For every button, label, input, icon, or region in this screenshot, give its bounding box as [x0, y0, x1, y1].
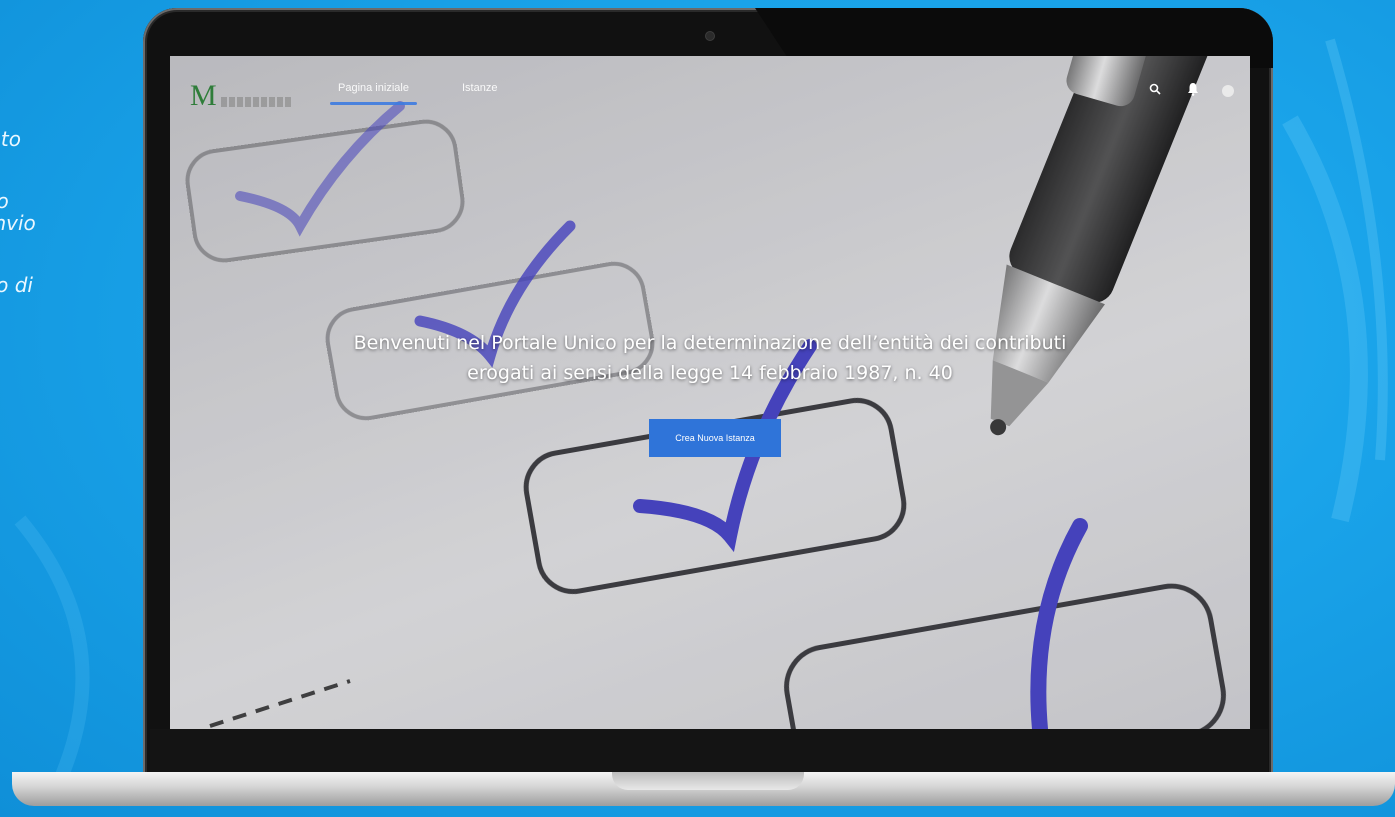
logo-subtitle — [220, 97, 291, 107]
laptop-screen: M Pagina iniziale Istanze Benvenuti nel … — [170, 56, 1250, 729]
tab-home[interactable]: Pagina iniziale — [330, 82, 417, 105]
logo-mark: M — [190, 79, 217, 112]
bell-icon[interactable] — [1184, 82, 1202, 100]
side-promo-text: nato nto l’invio ato di — [0, 128, 90, 296]
laptop-bezel — [150, 729, 1268, 773]
ministry-logo[interactable]: M — [190, 79, 291, 112]
laptop-notch — [612, 772, 804, 790]
side-text-line: nto — [0, 190, 90, 212]
hero-line-2: erogati ai sensi della legge 14 febbraio… — [467, 362, 953, 384]
user-avatar-icon[interactable] — [1222, 85, 1234, 97]
hero-heading: Benvenuti nel Portale Unico per la deter… — [320, 328, 1100, 388]
hero-line-1: Benvenuti nel Portale Unico per la deter… — [353, 332, 1067, 354]
tab-istanze[interactable]: Istanze — [462, 82, 497, 94]
checklist-photo — [170, 56, 1250, 729]
side-text-line: l’invio — [0, 211, 36, 235]
navbar-actions — [1146, 82, 1234, 100]
search-icon[interactable] — [1146, 82, 1164, 100]
side-text-line: ato di — [0, 273, 33, 297]
side-text-line: nato — [0, 127, 22, 151]
create-instance-button[interactable]: Crea Nuova Istanza — [649, 419, 781, 457]
camera-icon — [705, 31, 715, 41]
top-navbar: M Pagina iniziale Istanze — [170, 56, 1250, 136]
